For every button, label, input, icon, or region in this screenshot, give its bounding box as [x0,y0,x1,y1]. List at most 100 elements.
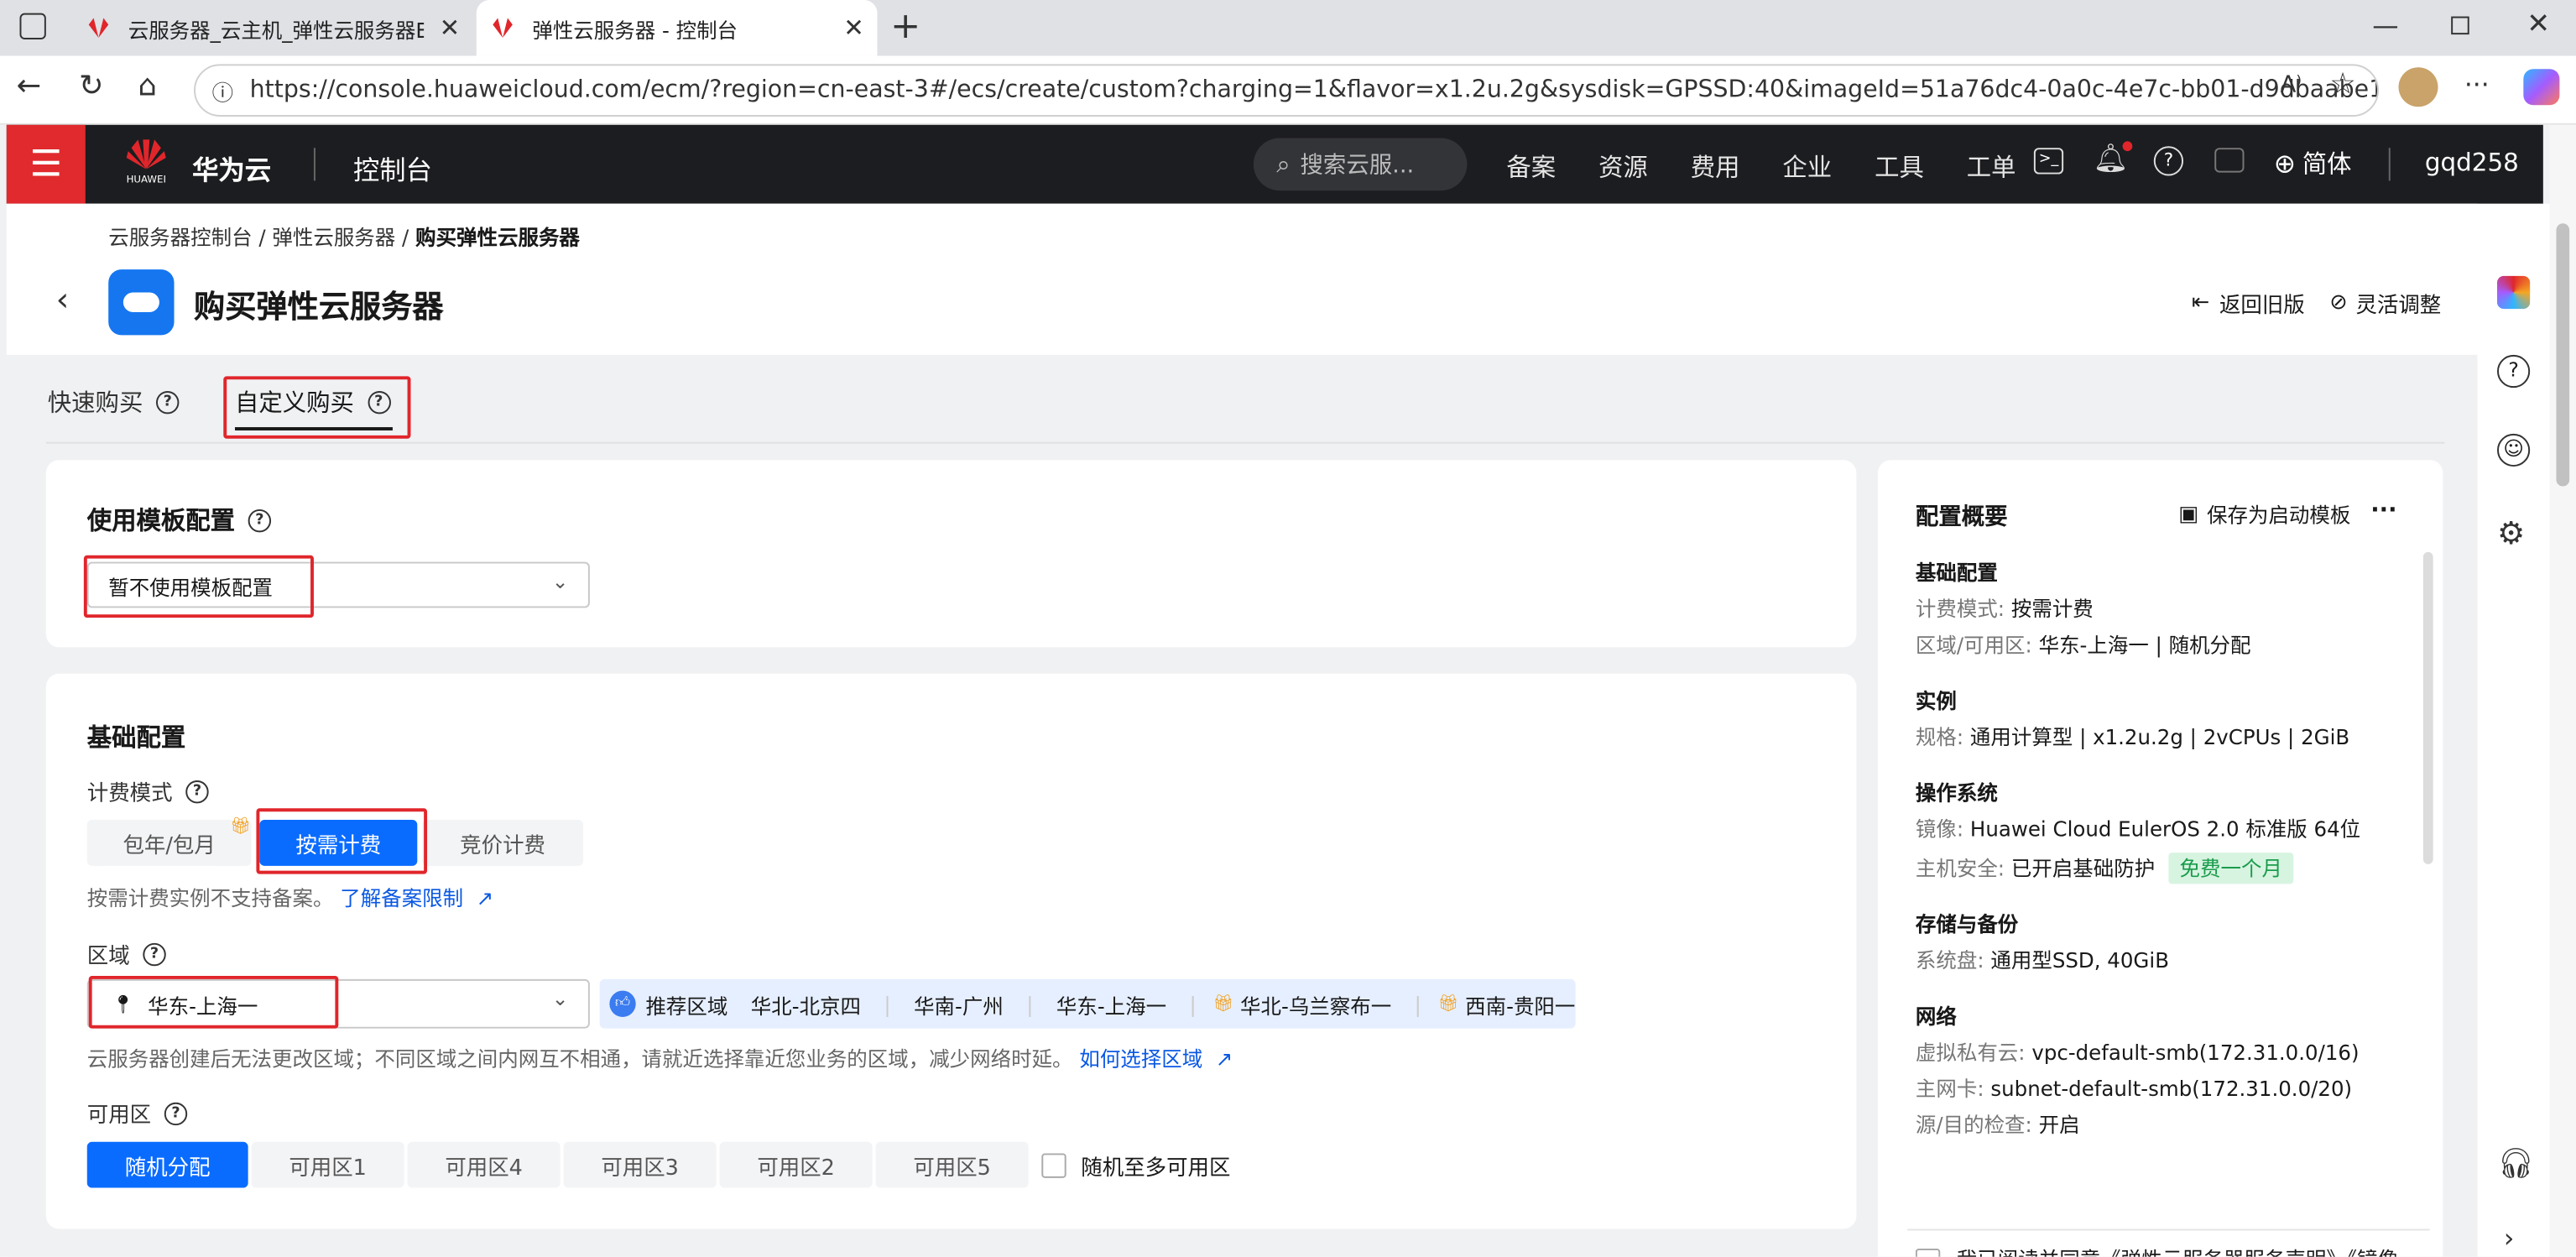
headset-icon[interactable]: 🎧︎ [2497,1147,2535,1181]
summary-nic-value: subnet-default-smb(172.31.0.0/20) [1990,1076,2353,1101]
filing-restriction-link[interactable]: 了解备案限制 [340,885,463,910]
copilot-icon[interactable] [2523,69,2560,106]
help-icon[interactable]: ? [185,780,209,803]
tab-actions-icon[interactable] [19,13,46,39]
recommended-regions: 👍︎ 推荐区域 华北-北京四 | 华南-广州 | 华东-上海一 | 🎁︎ 华北-… [599,978,1576,1029]
window-close-icon[interactable]: ✕ [2526,8,2550,41]
az-2-button[interactable]: 可用区2 [719,1141,873,1188]
breadcrumb-ecs-console[interactable]: 云服务器控制台 [108,225,252,249]
browser-tab-2[interactable]: 弹性云服务器 - 控制台 ✕ [476,0,878,56]
az-5-button[interactable]: 可用区5 [875,1141,1029,1188]
feedback-icon[interactable] [2214,148,2245,173]
separator: | [1189,991,1197,1016]
help-icon[interactable]: ? [164,1101,188,1125]
url-input[interactable]: ⓘ https://console.huaweicloud.com/ecm/?r… [194,64,2380,117]
summary-scrollbar[interactable] [2422,551,2433,864]
site-info-icon[interactable]: ⓘ [212,75,233,106]
region-note: 云服务器创建后无法更改区域；不同区域之间内网互不相通，请就近选择靠近您业务的区域… [87,1041,1233,1072]
region-option-guangzhou[interactable]: 华南-广州 [914,988,1004,1020]
maximize-icon[interactable] [2451,16,2469,35]
highlight-box [83,555,314,618]
region-option-beijing4[interactable]: 华北-北京四 [751,988,861,1020]
help-icon[interactable]: ? [156,390,180,414]
billing-spot-button[interactable]: 竞价计费 [422,819,584,866]
brand-name[interactable]: 华为云 [192,148,271,187]
language-switch[interactable]: ⊕ 简体 [2274,146,2352,180]
minimize-icon[interactable]: — [2372,10,2398,41]
nav-billing[interactable]: 费用 [1691,149,1740,184]
flex-adjust-link[interactable]: ⊘ 灵活调整 [2329,288,2441,319]
back-icon[interactable]: ← [17,69,42,103]
agreement-checkbox[interactable]: 我已阅读并同意《弹性云服务器服务声明》《镜像 [1915,1245,2425,1257]
more-icon[interactable]: ··· [2370,496,2396,525]
summary-key: 镜像: [1915,816,1964,842]
summary-network-title: 网络 [1915,1004,1957,1029]
new-tab-icon[interactable]: + [890,7,920,48]
checkbox[interactable] [1915,1248,1941,1257]
avatar[interactable] [2398,67,2438,107]
menu-icon[interactable]: ☰ [6,124,86,204]
huawei-flower-icon [126,139,166,170]
scrollbar-thumb[interactable] [2556,223,2570,487]
nav-resources[interactable]: 资源 [1598,149,1648,184]
summary-vpc-value: vpc-default-smb(172.31.0.0/16) [2031,1040,2360,1065]
billing-label-text: 计费模式 [86,781,173,807]
smile-icon[interactable]: ☺ [2497,433,2531,467]
az-multi-checkbox[interactable]: 随机至多可用区 [1041,1150,1230,1181]
read-aloud-icon[interactable]: A⁾ [2281,72,2302,98]
az-3-button[interactable]: 可用区3 [563,1141,717,1188]
region-option-shanghai1[interactable]: 华东-上海一 [1056,988,1166,1020]
save-template-button[interactable]: ▣ 保存为启动模板 [2178,501,2350,530]
terminal-icon[interactable]: >_ [2033,148,2064,175]
billing-label: 计费模式? [87,775,209,806]
back-arrow-icon[interactable]: ‹ [56,279,70,319]
huawei-logo[interactable]: HUAWEI [122,138,171,185]
highlight-box [256,808,428,874]
close-icon[interactable]: ✕ [843,13,864,43]
help-icon[interactable]: ? [2153,146,2184,176]
exit-icon: ⇤ [2191,290,2210,316]
breadcrumb-ecs[interactable]: 弹性云服务器 [272,225,395,249]
az-random-button[interactable]: 随机分配 [86,1141,248,1188]
breadcrumb: 云服务器控制台 / 弹性云服务器 / 购买弹性云服务器 [108,225,580,250]
search-input[interactable]: ⌕ 搜索云服... [1253,138,1468,191]
nav-tools[interactable]: 工具 [1875,149,1924,184]
external-link-icon[interactable]: ↗ [477,885,494,910]
settings-icon[interactable]: ⚙ [2497,516,2525,552]
divider [2388,148,2391,181]
nav-filing[interactable]: 备案 [1506,149,1556,184]
logo-text: HUAWEI [126,174,166,186]
page-scrollbar[interactable] [2549,124,2576,1257]
close-icon[interactable]: ✕ [440,13,461,43]
summary-divider [1907,1228,2430,1231]
nav-enterprise[interactable]: 企业 [1782,149,1832,184]
home-icon[interactable]: ⌂ [138,69,156,103]
help-icon[interactable]: ? [143,941,166,966]
url-text: https://console.huaweicloud.com/ecm/?reg… [249,77,2380,104]
tab-quick-buy[interactable]: 快速购买? [48,384,180,419]
favorite-icon[interactable]: ☆ [2329,67,2356,102]
chevron-right-icon[interactable]: › [2504,1223,2515,1254]
region-option-ulanqab1[interactable]: 华北-乌兰察布一 [1240,988,1391,1020]
console-link[interactable]: 控制台 [353,148,432,187]
external-link-icon[interactable]: ↗ [1216,1046,1233,1071]
more-icon[interactable]: ··· [2464,69,2490,100]
checkbox[interactable] [1041,1153,1066,1178]
back-old-version-link[interactable]: ⇤ 返回旧版 [2192,288,2305,319]
az-4-button[interactable]: 可用区4 [407,1141,561,1188]
help-icon[interactable]: ? [2497,354,2531,389]
help-icon[interactable]: ? [248,508,272,532]
nav-tickets[interactable]: 工单 [1967,149,2016,184]
ecs-icon [108,269,175,336]
summary-key: 源/目的检查: [1915,1112,2032,1137]
billing-yearly-button[interactable]: 包年/包月 [86,819,252,866]
tab-title: 云服务器_云主机_弹性云服务器EC [128,17,425,42]
browser-tab-1[interactable]: 云服务器_云主机_弹性云服务器EC ✕ [72,0,473,56]
refresh-icon[interactable]: ↻ [79,69,104,103]
app-icon[interactable] [2497,275,2531,310]
az-1-button[interactable]: 可用区1 [251,1141,404,1188]
region-option-guiyang1[interactable]: 西南-贵阳一 [1465,988,1575,1020]
region-label: 区域? [87,938,166,969]
username[interactable]: gqd258 [2425,148,2519,177]
how-to-choose-region-link[interactable]: 如何选择区域 [1079,1046,1202,1071]
